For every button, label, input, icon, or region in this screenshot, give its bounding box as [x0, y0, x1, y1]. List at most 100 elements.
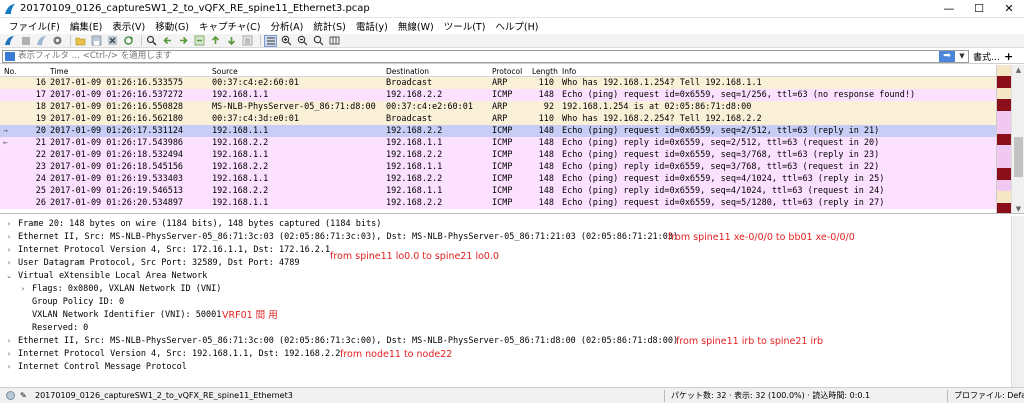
zoom-in-icon[interactable]: [280, 35, 293, 47]
scroll-up-icon[interactable]: ▲: [1012, 65, 1024, 75]
forward-icon[interactable]: [177, 35, 190, 47]
shark-fin-start-icon[interactable]: [3, 35, 16, 47]
menu-item[interactable]: 電話(y): [351, 19, 393, 33]
collapsed-chevron-icon[interactable]: ›: [4, 361, 14, 374]
col-header-protocol[interactable]: Protocol: [492, 67, 522, 76]
detail-tree-item[interactable]: › Flags: 0x0800, VXLAN Network ID (VNI): [0, 283, 1010, 296]
detail-tree-item[interactable]: › Frame 20: 148 bytes on wire (1184 bits)…: [0, 218, 1010, 231]
packet-row[interactable]: 23 2017-01-09 01:26:18.545156 192.168.2.2 1…: [0, 161, 1010, 173]
handwritten-annotation: from spine11 xe-0/0/0 to bb01 xe-0/0/0: [668, 232, 855, 243]
first-icon[interactable]: [209, 35, 222, 47]
stop-icon[interactable]: [19, 35, 32, 47]
scroll-down-icon[interactable]: ▼: [1012, 204, 1024, 213]
restart-icon[interactable]: [35, 35, 48, 47]
col-source: 192.168.1.1: [212, 90, 269, 100]
col-header-length[interactable]: Length: [532, 67, 558, 76]
edit-comment-icon[interactable]: ✎: [20, 391, 29, 400]
col-no: 25: [35, 186, 46, 196]
packet-row[interactable]: 18 2017-01-09 01:26:16.550828 MS-NLB-PhysS…: [0, 101, 1010, 113]
detail-tree-item[interactable]: Group Policy ID: 0: [0, 296, 1010, 309]
menu-item[interactable]: 無線(W): [393, 19, 439, 33]
packet-row[interactable]: 24 2017-01-09 01:26:19.533403 192.168.1.1 1…: [0, 173, 1010, 185]
close-button[interactable]: ✕: [994, 0, 1024, 18]
reload-icon[interactable]: [122, 35, 135, 47]
zoom-normal-icon[interactable]: [312, 35, 325, 47]
packet-row[interactable]: 16 2017-01-09 01:26:16.533575 00:37:c4:e2:…: [0, 77, 1010, 89]
expanded-chevron-icon[interactable]: ⌄: [4, 270, 14, 283]
packet-list-scrollbar[interactable]: ▲ ▼: [1011, 65, 1024, 213]
save-icon[interactable]: [90, 35, 103, 47]
colorize-icon[interactable]: [264, 34, 277, 47]
profile-label[interactable]: プロファイル: Default: [954, 390, 1024, 401]
resize-columns-icon[interactable]: [328, 35, 341, 47]
expert-info-icon[interactable]: [6, 391, 15, 400]
maximize-button[interactable]: ☐: [964, 0, 994, 18]
detail-tree-item[interactable]: VXLAN Network Identifier (VNI): 50001: [0, 309, 1010, 322]
collapsed-chevron-icon[interactable]: ›: [18, 283, 28, 296]
menu-item[interactable]: キャプチャ(C): [194, 19, 265, 33]
last-icon[interactable]: [225, 35, 238, 47]
packet-row[interactable]: 19 2017-01-09 01:26:16.562180 00:37:c4:3d:…: [0, 113, 1010, 125]
menu-item[interactable]: ヘルプ(H): [490, 19, 543, 33]
packet-minimap[interactable]: [996, 65, 1011, 213]
detail-tree-item[interactable]: › User Datagram Protocol, Src Port: 32589…: [0, 257, 1010, 270]
add-filter-button[interactable]: +: [1004, 50, 1013, 63]
filter-history-dropdown-icon[interactable]: ▼: [956, 51, 968, 62]
col-header-source[interactable]: Source: [212, 67, 238, 76]
details-scrollbar[interactable]: [1011, 216, 1024, 387]
detail-tree-item[interactable]: ⌄ Virtual eXtensible Local Area Network: [0, 270, 1010, 283]
menu-item[interactable]: 統計(S): [308, 19, 350, 33]
col-source: 192.168.1.1: [212, 198, 269, 208]
close-file-icon[interactable]: [106, 35, 119, 47]
detail-tree-item[interactable]: Reserved: 0: [0, 322, 1010, 335]
collapsed-chevron-icon[interactable]: ›: [4, 244, 14, 257]
packet-row[interactable]: 26 2017-01-09 01:26:20.534897 192.168.1.1 1…: [0, 197, 1010, 209]
back-icon[interactable]: [161, 35, 174, 47]
bookmark-icon[interactable]: [5, 51, 15, 61]
col-source: 192.168.1.1: [212, 150, 269, 160]
detail-tree-item[interactable]: › Internet Protocol Version 4, Src: 172.1…: [0, 244, 1010, 257]
collapsed-chevron-icon[interactable]: ›: [4, 231, 14, 244]
apply-filter-arrow-icon[interactable]: ➡: [939, 50, 955, 62]
options-gear-icon[interactable]: [51, 35, 64, 47]
menu-item[interactable]: 編集(E): [65, 19, 107, 33]
col-source: 192.168.2.2: [212, 138, 269, 148]
expression-button[interactable]: 書式…: [973, 50, 1000, 63]
scroll-thumb[interactable]: [1014, 137, 1023, 177]
menu-item[interactable]: ツール(T): [439, 19, 491, 33]
detail-text: Internet Control Message Protocol: [18, 362, 187, 372]
detail-tree-item[interactable]: › Ethernet II, Src: MS-NLB-PhysServer-05_…: [0, 335, 1010, 348]
collapsed-chevron-icon[interactable]: ›: [4, 257, 14, 270]
col-protocol: ARP: [492, 78, 508, 88]
zoom-out-icon[interactable]: [296, 35, 309, 47]
packet-row[interactable]: ← 21 2017-01-09 01:26:17.543986 192.168.2.2…: [0, 137, 1010, 149]
minimap-stripe: [997, 76, 1011, 88]
menu-item[interactable]: 移動(G): [150, 19, 194, 33]
autoscroll-icon[interactable]: [241, 35, 254, 47]
display-filter-input[interactable]: [18, 50, 939, 62]
collapsed-chevron-icon[interactable]: ›: [4, 335, 14, 348]
minimize-button[interactable]: —: [934, 0, 964, 18]
packet-row[interactable]: → 20 2017-01-09 01:26:17.531124 192.168.1.1…: [0, 125, 1010, 137]
goto-icon[interactable]: [193, 35, 206, 47]
col-header-info[interactable]: Info: [562, 67, 576, 76]
col-info: Echo (ping) request id=0x6559, seq=3/768…: [562, 150, 880, 160]
find-icon[interactable]: [145, 35, 158, 47]
collapsed-chevron-icon[interactable]: ›: [4, 218, 14, 231]
collapsed-chevron-icon[interactable]: ›: [4, 348, 14, 361]
col-header-no[interactable]: No.: [4, 67, 16, 76]
detail-tree-item[interactable]: › Ethernet II, Src: MS-NLB-PhysServer-05_…: [0, 231, 1010, 244]
detail-text: Flags: 0x0800, VXLAN Network ID (VNI): [32, 284, 222, 294]
detail-tree-item[interactable]: › Internet Control Message Protocol: [0, 361, 1010, 374]
col-header-time[interactable]: Time: [50, 67, 68, 76]
open-file-icon[interactable]: [74, 35, 87, 47]
col-header-destination[interactable]: Destination: [386, 67, 429, 76]
detail-tree-item[interactable]: › Internet Protocol Version 4, Src: 192.1…: [0, 348, 1010, 361]
menu-item[interactable]: 分析(A): [265, 19, 308, 33]
packet-row[interactable]: 17 2017-01-09 01:26:16.537272 192.168.1.1 1…: [0, 89, 1010, 101]
menu-item[interactable]: 表示(V): [107, 19, 150, 33]
col-length: 148: [538, 138, 554, 148]
packet-row[interactable]: 22 2017-01-09 01:26:18.532494 192.168.1.1 1…: [0, 149, 1010, 161]
menu-item[interactable]: ファイル(F): [4, 19, 65, 33]
packet-row[interactable]: 25 2017-01-09 01:26:19.546513 192.168.2.2 1…: [0, 185, 1010, 197]
